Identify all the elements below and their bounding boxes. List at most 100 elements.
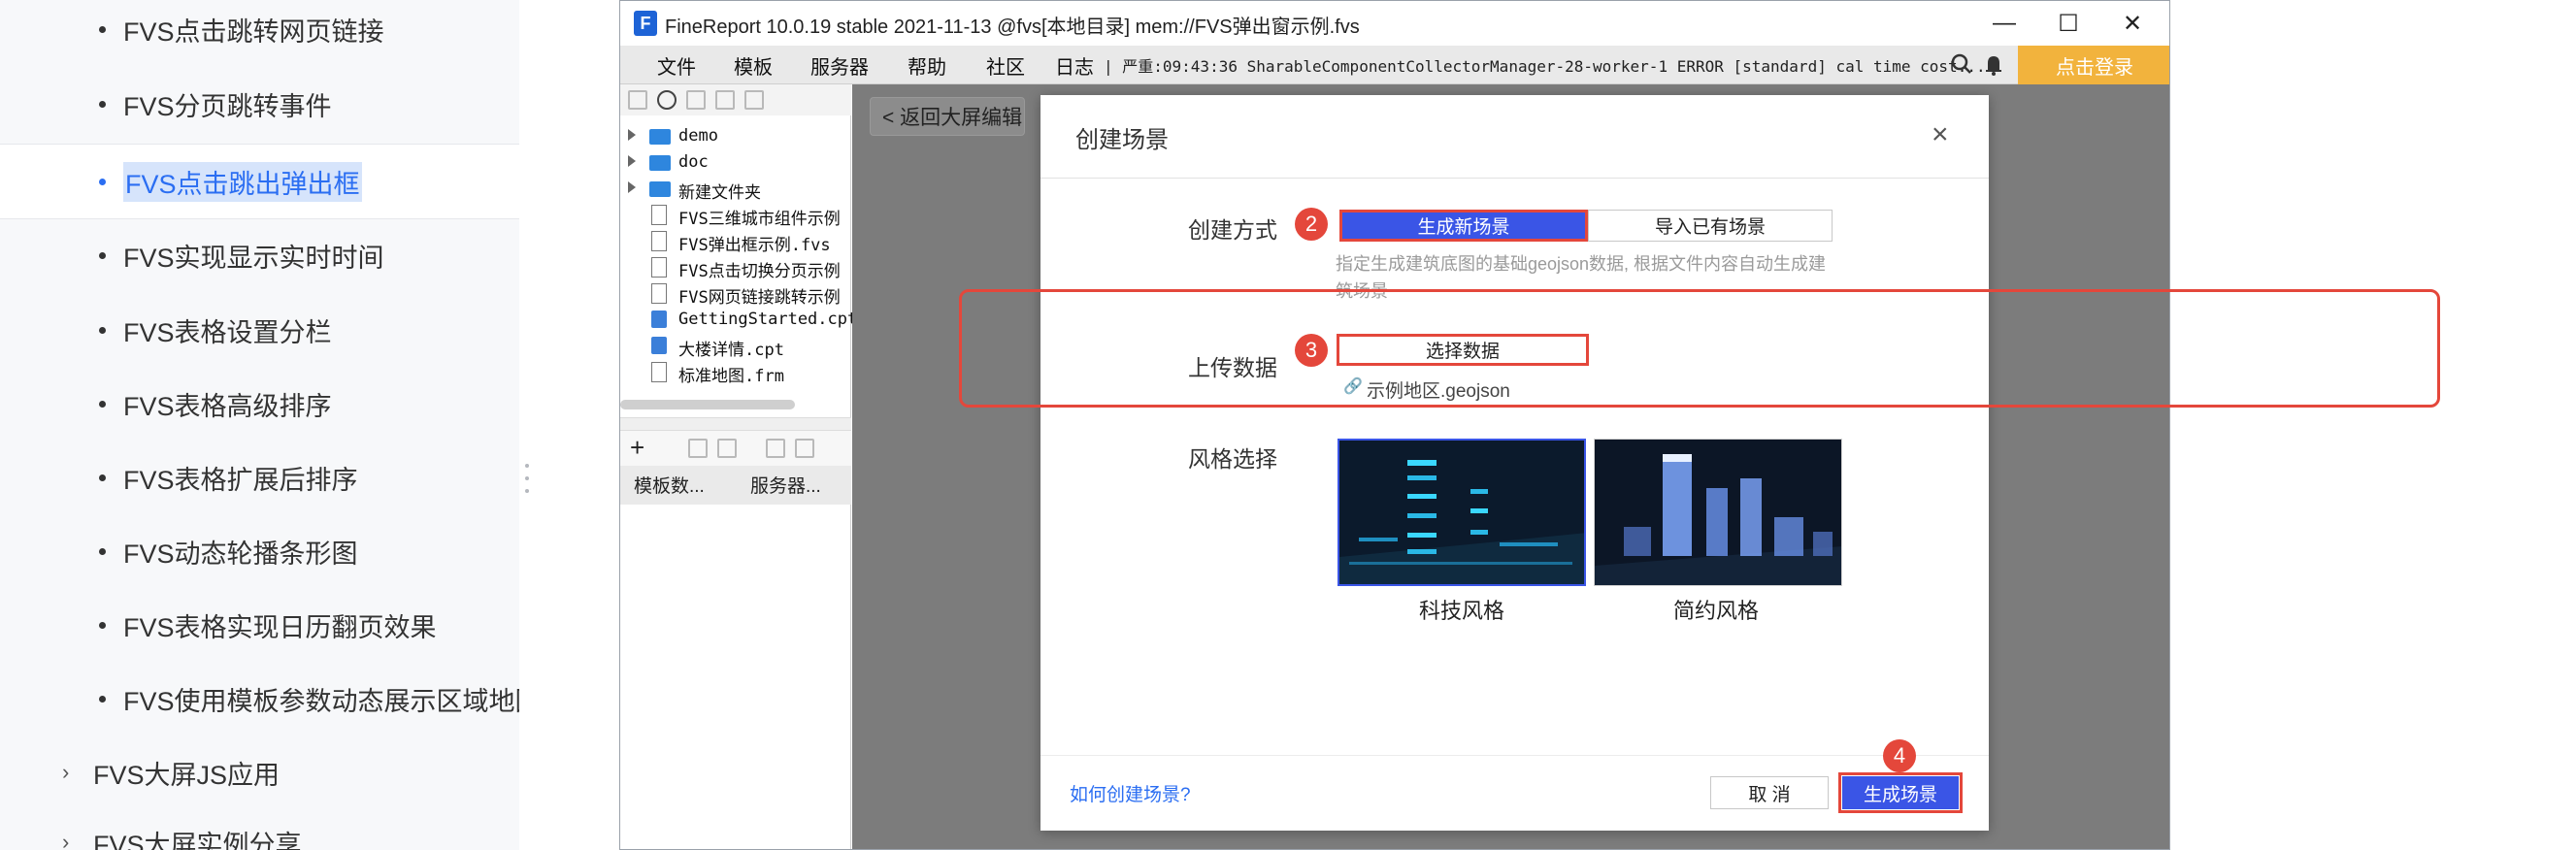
upload-section-highlight	[959, 289, 2440, 408]
doc-nav-item-label: FVS使用模板参数动态展示区域地图	[123, 686, 519, 716]
doc-nav-item-label: FVS动态轮播条形图	[123, 539, 358, 569]
bullet-icon	[99, 695, 106, 703]
login-button[interactable]: 点击登录	[2018, 46, 2169, 84]
close-window-button[interactable]: ✕	[2103, 5, 2162, 42]
tree-folder[interactable]: doc	[620, 149, 851, 176]
doc-nav-item[interactable]: FVS分页跳转事件	[0, 75, 519, 133]
cancel-button[interactable]: 取 消	[1710, 776, 1829, 809]
import-scene-option[interactable]: 导入已有场景	[1588, 210, 1833, 242]
doc-nav-item[interactable]: FVS表格设置分栏	[0, 301, 519, 359]
expand-arrow-icon[interactable]	[628, 181, 636, 193]
chevron-right-icon: ›	[62, 760, 70, 784]
bell-icon[interactable]	[1979, 49, 2008, 79]
tree-row-label: FVS网页链接跳转示例	[678, 288, 841, 308]
minimize-button[interactable]: —	[1975, 5, 2033, 42]
menu-file[interactable]: 文件	[657, 51, 696, 80]
doc-nav-item[interactable]: FVS动态轮播条形图	[0, 522, 519, 580]
app-logo-icon: F	[634, 11, 657, 36]
doc-nav-item[interactable]: FVS表格实现日历翻页效果	[0, 596, 519, 654]
unlock-icon[interactable]	[715, 90, 735, 110]
tree-row-label: 标准地图.frm	[678, 367, 784, 386]
back-to-editor-button[interactable]: < 返回大屏编辑	[870, 97, 1025, 136]
maximize-button[interactable]: ☐	[2039, 5, 2097, 42]
refresh-icon[interactable]	[657, 90, 677, 110]
menu-community[interactable]: 社区	[986, 51, 1025, 80]
tree-file[interactable]: FVS三维城市组件示例	[620, 202, 851, 229]
tech-style-card[interactable]	[1338, 439, 1586, 586]
sidebar-resize-handle[interactable]	[524, 464, 530, 493]
dialog-footer-divider	[1040, 755, 1989, 756]
new-template-icon[interactable]	[628, 90, 647, 110]
edit-icon[interactable]	[688, 439, 708, 458]
simple-style-preview	[1595, 440, 1841, 585]
tree-file[interactable]: FVS点击切换分页示例	[620, 254, 851, 281]
menu-server[interactable]: 服务器	[810, 51, 869, 80]
new-scene-option[interactable]: 生成新场景	[1339, 210, 1588, 242]
step-marker-4: 4	[1883, 739, 1916, 772]
log-message[interactable]: | 严重:09:43:36 SharableComponentCollector…	[1104, 53, 1986, 77]
file-icon	[651, 257, 667, 278]
search-icon[interactable]	[1947, 49, 1976, 79]
tree-row-label: doc	[678, 152, 709, 172]
tree-row-label: FVS三维城市组件示例	[678, 210, 841, 229]
tree-file[interactable]: 标准地图.frm	[620, 359, 851, 386]
simple-style-caption: 简约风格	[1673, 599, 1760, 623]
bullet-icon	[99, 621, 106, 629]
doc-nav-item-label: FVS实现显示实时时间	[123, 243, 384, 273]
doc-nav-item[interactable]: FVS点击跳转网页链接	[0, 0, 519, 58]
tree-row-label: demo	[678, 126, 718, 146]
tree-row-label: 大楼详情.cpt	[678, 341, 784, 360]
menu-help[interactable]: 帮助	[908, 51, 946, 80]
simple-style-card[interactable]	[1594, 439, 1842, 586]
tree-scrollbar[interactable]	[620, 400, 795, 409]
preview-icon[interactable]	[766, 439, 785, 458]
help-link[interactable]: 如何创建场景?	[1070, 780, 1191, 806]
bullet-icon	[99, 474, 106, 481]
bullet-icon	[99, 400, 106, 408]
doc-nav-item[interactable]: FVS表格高级排序	[0, 375, 519, 433]
panel-tabs: 模板数... 服务器...	[620, 466, 851, 505]
doc-nav-item[interactable]: FVS表格扩展后排序	[0, 448, 519, 507]
doc-nav-item[interactable]: FVS使用模板参数动态展示区域地图	[0, 670, 519, 728]
file-icon	[651, 231, 667, 251]
bullet-icon	[99, 547, 106, 555]
tree-file[interactable]: FVS网页链接跳转示例	[620, 280, 851, 308]
tree-row-label: FVS点击切换分页示例	[678, 262, 841, 281]
create-mode-label: 创建方式	[1188, 217, 1277, 243]
doc-nav-item-label: FVS表格扩展后排序	[123, 465, 358, 495]
folder-icon	[649, 155, 671, 171]
menu-template[interactable]: 模板	[734, 51, 773, 80]
file-icon	[651, 205, 667, 225]
tree-folder[interactable]: 新建文件夹	[620, 176, 851, 203]
add-icon[interactable]: +	[630, 433, 644, 463]
tree-folder[interactable]: demo	[620, 123, 851, 149]
tree-file[interactable]: FVS弹出框示例.fvs	[620, 228, 851, 255]
doc-nav-item[interactable]: FVS实现显示实时时间	[0, 226, 519, 284]
report-file-icon	[651, 311, 667, 328]
tech-style-caption: 科技风格	[1419, 599, 1505, 623]
doc-sidebar: FVS点击跳转网页链接 FVS分页跳转事件 FVS点击跳出弹出框 FVS实现显示…	[0, 0, 519, 850]
doc-nav-section[interactable]: › FVS大屏JS应用	[0, 743, 519, 801]
tab-server-data[interactable]: 服务器...	[750, 472, 821, 498]
locate-icon[interactable]	[686, 90, 706, 110]
menu-log[interactable]: 日志	[1055, 51, 1094, 80]
delete-icon[interactable]	[717, 439, 737, 458]
dataset-toolbar: +	[620, 431, 851, 466]
tree-toolbar	[620, 84, 851, 115]
tree-row-label: GettingStarted.cpt	[678, 310, 858, 329]
panel-splitter[interactable]	[620, 417, 851, 431]
file-icon	[651, 283, 667, 304]
tree-file[interactable]: GettingStarted.cpt	[620, 307, 857, 333]
tree-file[interactable]: 大楼详情.cpt	[620, 333, 851, 360]
tab-template-data[interactable]: 模板数...	[634, 472, 705, 498]
dialog-title: 创建场景	[1075, 127, 1169, 153]
doc-nav-section[interactable]: › FVS大屏实例分享	[0, 813, 519, 850]
doc-nav-item-active[interactable]: FVS点击跳出弹出框	[0, 144, 519, 219]
expand-arrow-icon[interactable]	[628, 155, 636, 167]
config-icon[interactable]	[795, 439, 814, 458]
form-file-icon	[651, 362, 667, 382]
delete-icon[interactable]	[744, 90, 764, 110]
close-icon[interactable]: ×	[1932, 118, 1949, 151]
style-select-label: 风格选择	[1188, 446, 1277, 472]
expand-arrow-icon[interactable]	[628, 129, 636, 141]
